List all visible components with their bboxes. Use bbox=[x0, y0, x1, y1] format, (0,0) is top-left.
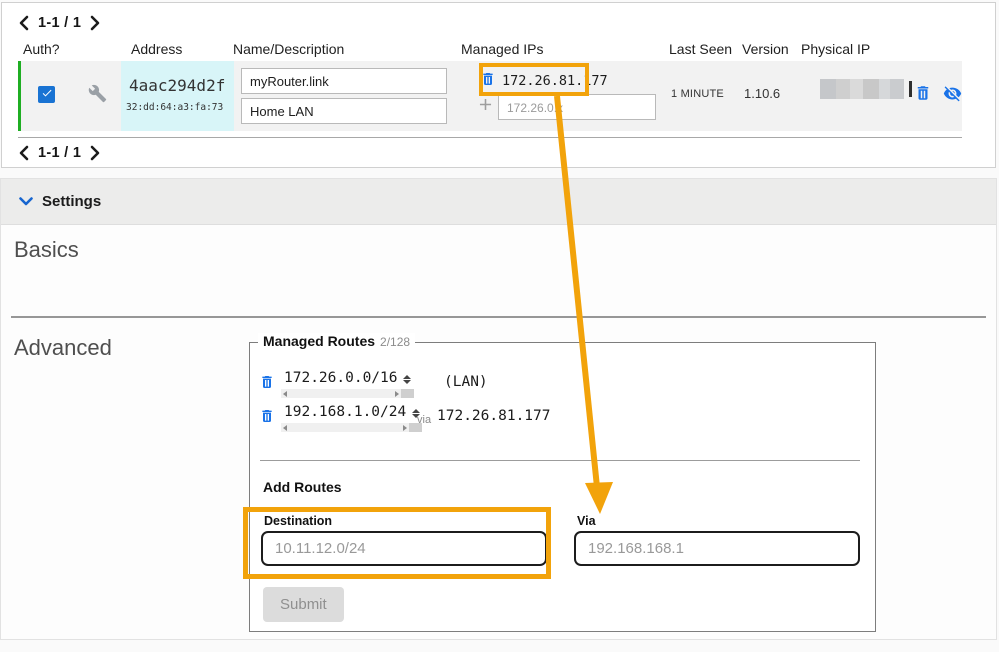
managed-routes-legend: Managed Routes 2/128 bbox=[258, 333, 415, 349]
settings-accordion-header[interactable]: Settings bbox=[1, 179, 996, 225]
route-destination-value: 172.26.0.0/16 bbox=[281, 369, 401, 389]
route-via-value: (LAN) bbox=[444, 374, 488, 390]
delete-route-icon[interactable] bbox=[259, 374, 275, 390]
spinner-icon[interactable] bbox=[401, 369, 414, 389]
physical-ip-redacted bbox=[820, 79, 912, 99]
advanced-section-title: Advanced bbox=[14, 335, 112, 361]
managed-routes-count: 2/128 bbox=[380, 335, 410, 349]
managed-ip-value: 172.26.81.177 bbox=[502, 73, 608, 89]
via-label: Via bbox=[577, 514, 596, 528]
column-physical-ip: Physical IP bbox=[801, 41, 870, 57]
column-auth: Auth? bbox=[23, 41, 60, 57]
managed-routes-box: Managed Routes 2/128 172.26.0.0/16 (LAN)… bbox=[249, 342, 876, 632]
page-next-icon[interactable] bbox=[90, 145, 100, 161]
horizontal-scrollbar[interactable] bbox=[281, 423, 409, 432]
destination-input[interactable] bbox=[261, 531, 547, 566]
version-value: 1.10.6 bbox=[744, 86, 780, 101]
column-address: Address bbox=[131, 41, 182, 57]
section-divider bbox=[11, 316, 986, 318]
page-prev-icon[interactable] bbox=[19, 145, 29, 161]
destination-label: Destination bbox=[264, 514, 332, 528]
members-panel: 1-1 / 1 Auth? Address Name/Description M… bbox=[1, 2, 996, 168]
auth-checkbox[interactable] bbox=[38, 86, 55, 103]
route-destination-field[interactable]: 172.26.0.0/16 bbox=[281, 369, 414, 398]
add-ip-input[interactable] bbox=[498, 94, 656, 120]
checkmark-icon bbox=[41, 86, 53, 104]
column-version: Version bbox=[742, 41, 789, 57]
page-range: 1-1 / 1 bbox=[38, 15, 81, 31]
route-via-value: 172.26.81.177 bbox=[437, 408, 551, 424]
add-ip-icon[interactable] bbox=[476, 95, 495, 114]
page-prev-icon[interactable] bbox=[19, 15, 29, 31]
member-address: 4aac294d2f bbox=[129, 76, 225, 95]
route-destination-field[interactable]: 192.168.1.0/24 bbox=[281, 403, 422, 432]
managed-routes-title: Managed Routes bbox=[263, 333, 375, 349]
member-row: 4aac294d2f 32:dd:64:a3:fa:73 172.26.81.1… bbox=[18, 61, 962, 131]
member-name-input[interactable] bbox=[241, 68, 447, 94]
page-next-icon[interactable] bbox=[90, 15, 100, 31]
settings-title: Settings bbox=[42, 193, 101, 210]
column-last-seen: Last Seen bbox=[669, 41, 732, 57]
route-destination-value: 192.168.1.0/24 bbox=[281, 403, 409, 423]
pagination-bottom: 1-1 / 1 bbox=[19, 143, 100, 163]
page-range: 1-1 / 1 bbox=[38, 145, 81, 161]
address-cell: 4aac294d2f 32:dd:64:a3:fa:73 bbox=[121, 61, 234, 131]
delete-member-icon[interactable] bbox=[914, 84, 932, 102]
member-description-input[interactable] bbox=[241, 98, 447, 124]
basics-section-title: Basics bbox=[14, 237, 79, 263]
horizontal-scrollbar[interactable] bbox=[281, 389, 401, 398]
last-seen-value: 1 MINUTE bbox=[671, 88, 724, 100]
scrollbar-corner bbox=[401, 389, 414, 398]
add-routes-title: Add Routes bbox=[263, 479, 342, 495]
column-managed-ips: Managed IPs bbox=[461, 41, 544, 57]
column-name: Name/Description bbox=[233, 41, 344, 57]
settings-panel: Settings Basics Advanced Managed Routes … bbox=[0, 178, 997, 640]
row-divider bbox=[18, 137, 962, 138]
route-via-label: via bbox=[417, 414, 431, 426]
delete-route-icon[interactable] bbox=[259, 408, 275, 424]
submit-button[interactable]: Submit bbox=[263, 587, 344, 622]
member-mac: 32:dd:64:a3:fa:73 bbox=[126, 102, 223, 113]
routes-divider bbox=[260, 460, 860, 461]
pagination-top: 1-1 / 1 bbox=[19, 13, 100, 33]
delete-ip-icon[interactable] bbox=[480, 71, 496, 87]
chevron-down-icon bbox=[19, 193, 33, 211]
via-input[interactable] bbox=[574, 531, 860, 566]
hide-member-icon[interactable] bbox=[943, 84, 962, 103]
wrench-icon[interactable] bbox=[88, 84, 107, 103]
